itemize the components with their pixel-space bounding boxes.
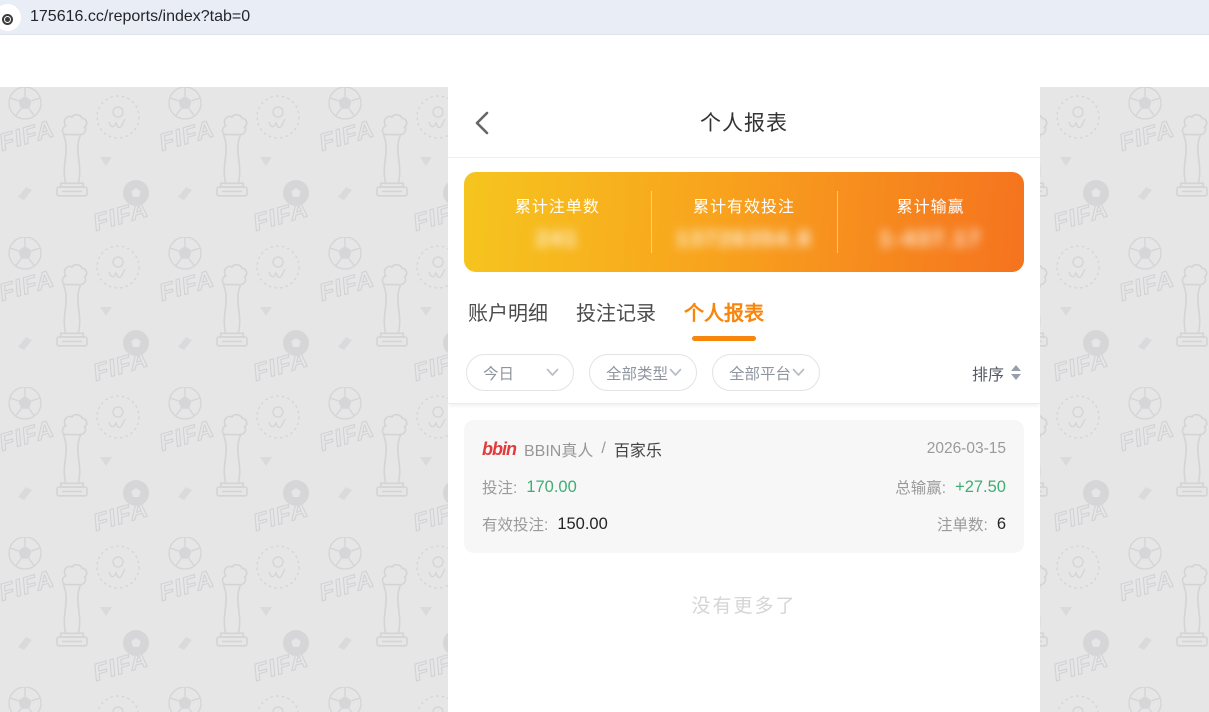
sort-arrows-icon (1010, 364, 1022, 381)
page-title: 个人报表 (700, 107, 788, 137)
filter-bar: 今日 全部类型 全部平台 排序 (448, 341, 1040, 404)
sort-label: 排序 (972, 361, 1004, 385)
bet-count: 注单数: 6 (937, 513, 1006, 535)
valid-bet-amount: 有效投注: 150.00 (482, 513, 608, 535)
bet-amount: 投注: 170.00 (482, 476, 577, 498)
stats-summary-card: 累计注单数 241 累计有效投注 13726354.8 累计输赢 1-437.1… (464, 172, 1024, 272)
app-column: 个人报表 累计注单数 241 累计有效投注 13726354.8 累计输赢 1-… (448, 87, 1040, 712)
address-bar-url[interactable]: 175616.cc/reports/index?tab=0 (30, 0, 250, 34)
bet-count-value: 6 (997, 515, 1006, 534)
soccer-ball-favicon-icon (2, 14, 13, 25)
valid-bet-label: 有效投注: (482, 513, 548, 535)
total-winloss-value: +27.50 (955, 478, 1006, 497)
stat-total-winloss: 累计输赢 1-437.17 (837, 172, 1024, 272)
tab-bet-records[interactable]: 投注记录 (576, 297, 656, 341)
valid-bet-value: 150.00 (557, 515, 607, 534)
tab-bar: 账户明细 投注记录 个人报表 (448, 272, 1040, 341)
report-list-item[interactable]: bbin BBIN真人 / 百家乐 2026-03-15 投注: 170.00 … (464, 420, 1024, 553)
provider-info: bbin BBIN真人 / 百家乐 (482, 437, 662, 461)
tab-account-details[interactable]: 账户明细 (468, 297, 548, 341)
provider-name: BBIN真人 (524, 437, 593, 461)
stat-divider (837, 191, 838, 253)
stat-label: 累计注单数 (515, 193, 600, 217)
tab-label: 账户明细 (468, 303, 548, 325)
tab-label: 投注记录 (576, 303, 656, 325)
provider-separator: / (601, 440, 605, 458)
filter-platform-dropdown[interactable]: 全部平台 (712, 354, 820, 391)
stat-label: 累计输赢 (897, 193, 965, 217)
filter-type-value: 全部类型 (606, 362, 668, 384)
chevron-down-icon (792, 368, 805, 377)
no-more-text: 没有更多了 (448, 591, 1040, 618)
stat-masked-value: 241 (536, 226, 579, 252)
report-date: 2026-03-15 (927, 440, 1006, 458)
filter-type-dropdown[interactable]: 全部类型 (589, 354, 697, 391)
chevron-down-icon (669, 368, 682, 377)
app-header: 个人报表 (448, 87, 1040, 158)
sort-control[interactable]: 排序 (972, 361, 1022, 385)
report-card-row: 投注: 170.00 总输赢: +27.50 (482, 476, 1006, 498)
stat-divider (651, 191, 652, 253)
total-winloss-label: 总输赢: (895, 476, 946, 498)
stat-label: 累计有效投注 (693, 193, 795, 217)
bbin-logo: bbin (482, 439, 516, 460)
bet-value: 170.00 (526, 478, 576, 497)
browser-chrome-strip (0, 35, 1209, 87)
tab-label: 个人报表 (684, 303, 764, 325)
game-name: 百家乐 (614, 437, 662, 461)
bet-label: 投注: (482, 476, 517, 498)
site-info-icon[interactable] (0, 4, 21, 31)
back-button[interactable] (474, 111, 490, 135)
stat-total-bets: 累计注单数 241 (464, 172, 651, 272)
tab-personal-report[interactable]: 个人报表 (684, 297, 764, 341)
stat-total-valid-bets: 累计有效投注 13726354.8 (651, 172, 838, 272)
stat-masked-value: 1-437.17 (879, 226, 982, 252)
total-winloss: 总输赢: +27.50 (895, 476, 1006, 498)
stat-masked-value: 13726354.8 (676, 226, 812, 252)
filter-date-value: 今日 (483, 362, 514, 384)
browser-url-bar[interactable]: 175616.cc/reports/index?tab=0 (0, 0, 1209, 35)
report-card-header-row: bbin BBIN真人 / 百家乐 2026-03-15 (482, 437, 1006, 461)
chevron-down-icon (546, 368, 559, 377)
filter-platform-value: 全部平台 (729, 362, 791, 384)
bet-count-label: 注单数: (937, 513, 988, 535)
report-card-row: 有效投注: 150.00 注单数: 6 (482, 513, 1006, 535)
filter-date-dropdown[interactable]: 今日 (466, 354, 574, 391)
